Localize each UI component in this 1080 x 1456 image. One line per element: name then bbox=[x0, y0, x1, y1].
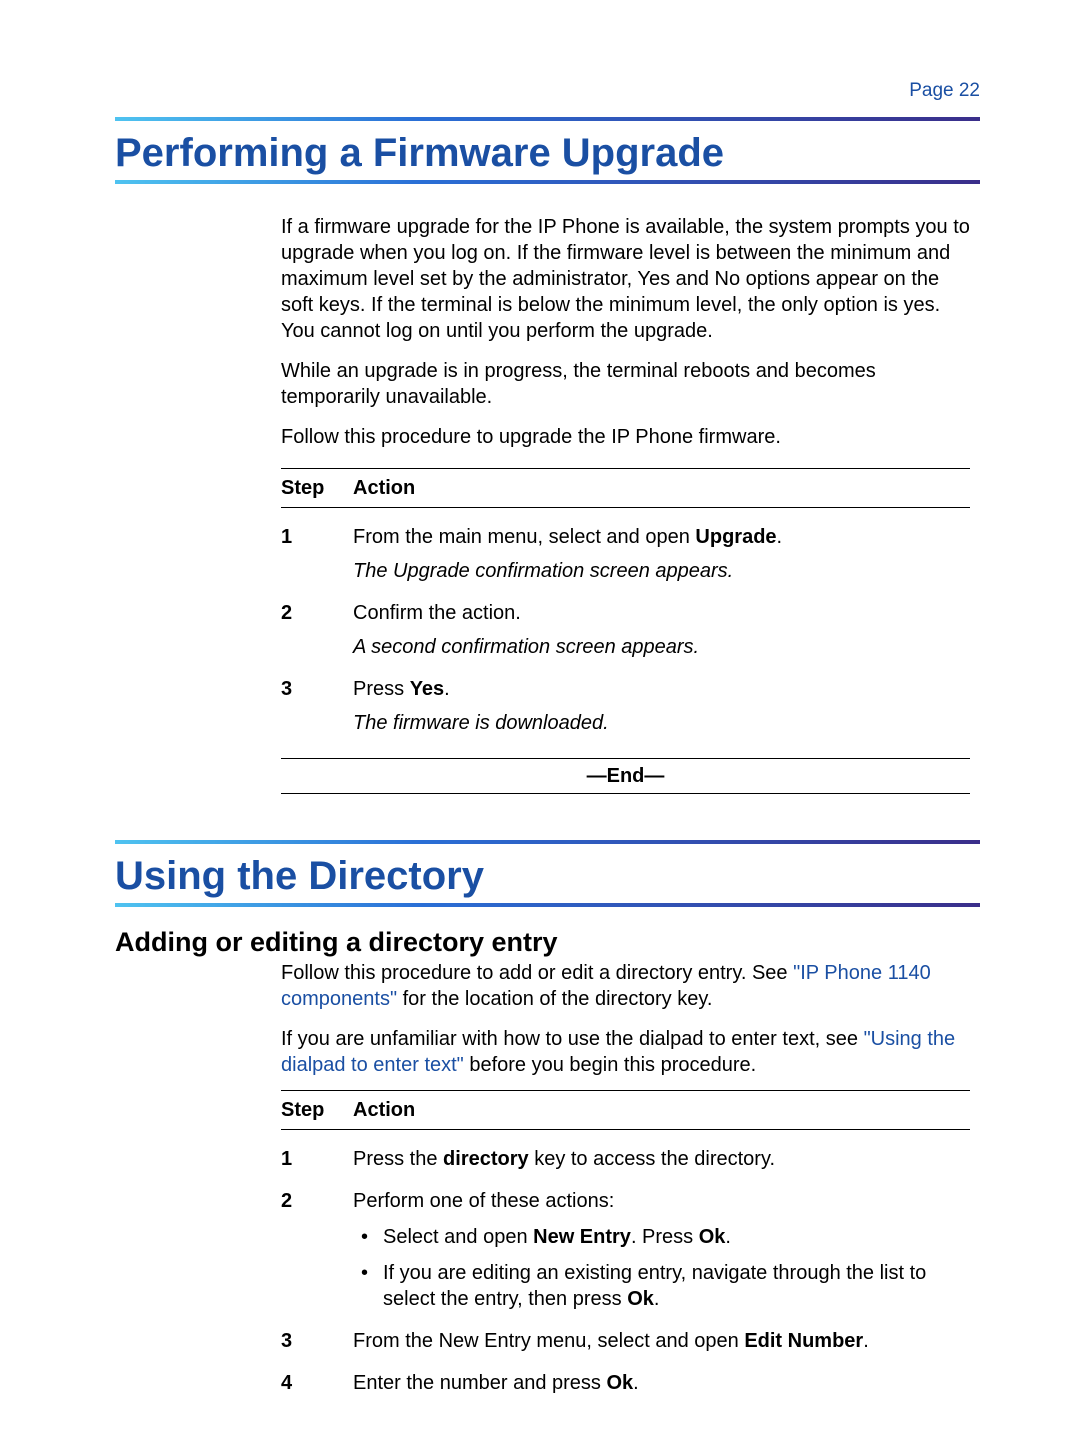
steps-table: Step Action 1 Press the directory key to… bbox=[281, 1090, 970, 1396]
col-action-label: Action bbox=[353, 1097, 970, 1123]
table-row: 4 Enter the number and press Ok. bbox=[281, 1370, 970, 1396]
step-number: 1 bbox=[281, 524, 353, 584]
table-rule bbox=[281, 1129, 970, 1130]
list-item: If you are editing an existing entry, na… bbox=[353, 1260, 970, 1312]
step-text: From the main menu, select and open Upgr… bbox=[353, 524, 970, 550]
step-action: Enter the number and press Ok. bbox=[353, 1370, 970, 1396]
page-number: Page 22 bbox=[115, 80, 980, 102]
step-number: 3 bbox=[281, 1328, 353, 1354]
table-header-row: Step Action bbox=[281, 475, 970, 501]
step-number: 1 bbox=[281, 1146, 353, 1172]
step-number: 3 bbox=[281, 676, 353, 736]
step-action: Press Yes. The firmware is downloaded. bbox=[353, 676, 970, 736]
col-action-label: Action bbox=[353, 475, 970, 501]
step-result: A second confirmation screen appears. bbox=[353, 634, 970, 660]
steps-table: Step Action 1 From the main menu, select… bbox=[281, 468, 970, 794]
step-number: 2 bbox=[281, 600, 353, 660]
paragraph: Follow this procedure to upgrade the IP … bbox=[281, 424, 970, 450]
paragraph: If you are unfamiliar with how to use th… bbox=[281, 1026, 970, 1078]
step-text: Enter the number and press Ok. bbox=[353, 1370, 970, 1396]
step-action: Perform one of these actions: Select and… bbox=[353, 1188, 970, 1312]
step-text: Press the directory key to access the di… bbox=[353, 1146, 970, 1172]
subheading-add-edit-entry: Adding or editing a directory entry bbox=[115, 927, 980, 958]
paragraph: Follow this procedure to add or edit a d… bbox=[281, 960, 970, 1012]
table-row: 2 Perform one of these actions: Select a… bbox=[281, 1188, 970, 1312]
table-row: 3 Press Yes. The firmware is downloaded. bbox=[281, 676, 970, 736]
step-action: From the New Entry menu, select and open… bbox=[353, 1328, 970, 1354]
col-step-label: Step bbox=[281, 475, 353, 501]
divider-gradient bbox=[115, 117, 980, 121]
table-rule bbox=[281, 507, 970, 508]
step-action: Press the directory key to access the di… bbox=[353, 1146, 970, 1172]
heading-firmware-upgrade: Performing a Firmware Upgrade bbox=[115, 131, 980, 176]
step-number: 4 bbox=[281, 1370, 353, 1396]
table-rule bbox=[281, 1090, 970, 1091]
bullet-list: Select and open New Entry. Press Ok. If … bbox=[353, 1224, 970, 1312]
table-rule bbox=[281, 468, 970, 469]
step-number: 2 bbox=[281, 1188, 353, 1312]
step-text: Press Yes. bbox=[353, 676, 970, 702]
step-action: From the main menu, select and open Upgr… bbox=[353, 524, 970, 584]
step-text: Confirm the action. bbox=[353, 600, 970, 626]
list-item: Select and open New Entry. Press Ok. bbox=[353, 1224, 970, 1250]
table-row: 2 Confirm the action. A second confirmat… bbox=[281, 600, 970, 660]
step-result: The Upgrade confirmation screen appears. bbox=[353, 558, 970, 584]
col-step-label: Step bbox=[281, 1097, 353, 1123]
divider-gradient bbox=[115, 903, 980, 907]
table-header-row: Step Action bbox=[281, 1097, 970, 1123]
section1-body: If a firmware upgrade for the IP Phone i… bbox=[281, 214, 970, 794]
step-text: Perform one of these actions: bbox=[353, 1188, 970, 1214]
divider-gradient bbox=[115, 180, 980, 184]
paragraph: If a firmware upgrade for the IP Phone i… bbox=[281, 214, 970, 344]
page: Page 22 Performing a Firmware Upgrade If… bbox=[0, 0, 1080, 1456]
step-action: Confirm the action. A second confirmatio… bbox=[353, 600, 970, 660]
table-rule bbox=[281, 758, 970, 759]
end-block: —End— bbox=[281, 758, 970, 794]
divider-gradient bbox=[115, 840, 980, 844]
step-text: From the New Entry menu, select and open… bbox=[353, 1328, 970, 1354]
table-row: 1 Press the directory key to access the … bbox=[281, 1146, 970, 1172]
heading-using-directory: Using the Directory bbox=[115, 854, 980, 899]
section2: Using the Directory Adding or editing a … bbox=[115, 840, 980, 1396]
end-label: —End— bbox=[281, 763, 970, 789]
step-result: The firmware is downloaded. bbox=[353, 710, 970, 736]
table-row: 1 From the main menu, select and open Up… bbox=[281, 524, 970, 584]
paragraph: While an upgrade is in progress, the ter… bbox=[281, 358, 970, 410]
table-rule bbox=[281, 793, 970, 794]
section2-body: Follow this procedure to add or edit a d… bbox=[281, 960, 970, 1396]
table-row: 3 From the New Entry menu, select and op… bbox=[281, 1328, 970, 1354]
